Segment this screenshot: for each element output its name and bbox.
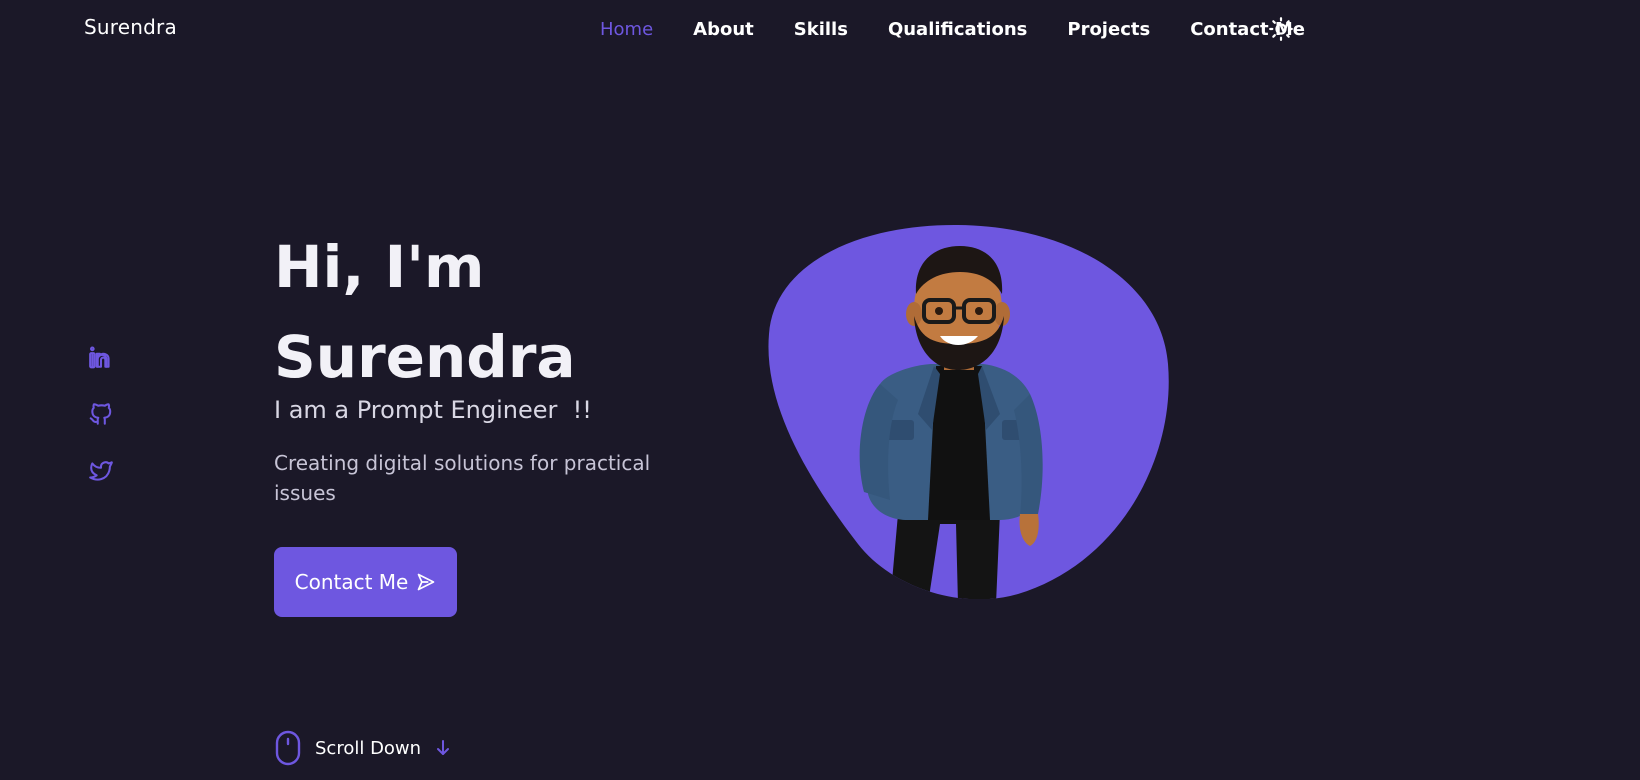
nav-home[interactable]: Home (600, 19, 653, 40)
contact-me-button[interactable]: Contact Me (274, 547, 457, 617)
nav-qualifications[interactable]: Qualifications (888, 19, 1027, 40)
hero-title-line1: Hi, I'm (274, 233, 485, 301)
nav-skills[interactable]: Skills (794, 19, 848, 40)
linkedin-icon[interactable] (88, 344, 114, 370)
arrow-down-icon (437, 740, 450, 755)
sun-icon[interactable] (1268, 16, 1294, 42)
github-icon[interactable] (88, 401, 114, 427)
hero-title-line2: Surendra (274, 323, 576, 391)
nav-about[interactable]: About (693, 19, 754, 40)
contact-me-label: Contact Me (294, 570, 409, 594)
main-nav: Home About Skills Qualifications Project… (600, 16, 1345, 42)
hero-subtitle: I am a Prompt Engineer !! (274, 396, 592, 424)
mouse-icon (275, 730, 301, 766)
brand-logo[interactable]: Surendra (84, 15, 177, 39)
page: Surendra Home About Skills Qualification… (0, 0, 1640, 780)
hero-description: Creating digital solutions for practical… (274, 451, 651, 505)
send-icon (418, 573, 435, 591)
scroll-down-link[interactable]: Scroll Down (274, 730, 451, 766)
twitter-icon[interactable] (88, 458, 114, 484)
scroll-down-label: Scroll Down (315, 737, 422, 759)
avatar-blob (768, 224, 1169, 599)
nav-projects[interactable]: Projects (1067, 19, 1150, 40)
hero-title: Hi, I'm Surendra (274, 222, 674, 402)
social-links (88, 344, 114, 515)
